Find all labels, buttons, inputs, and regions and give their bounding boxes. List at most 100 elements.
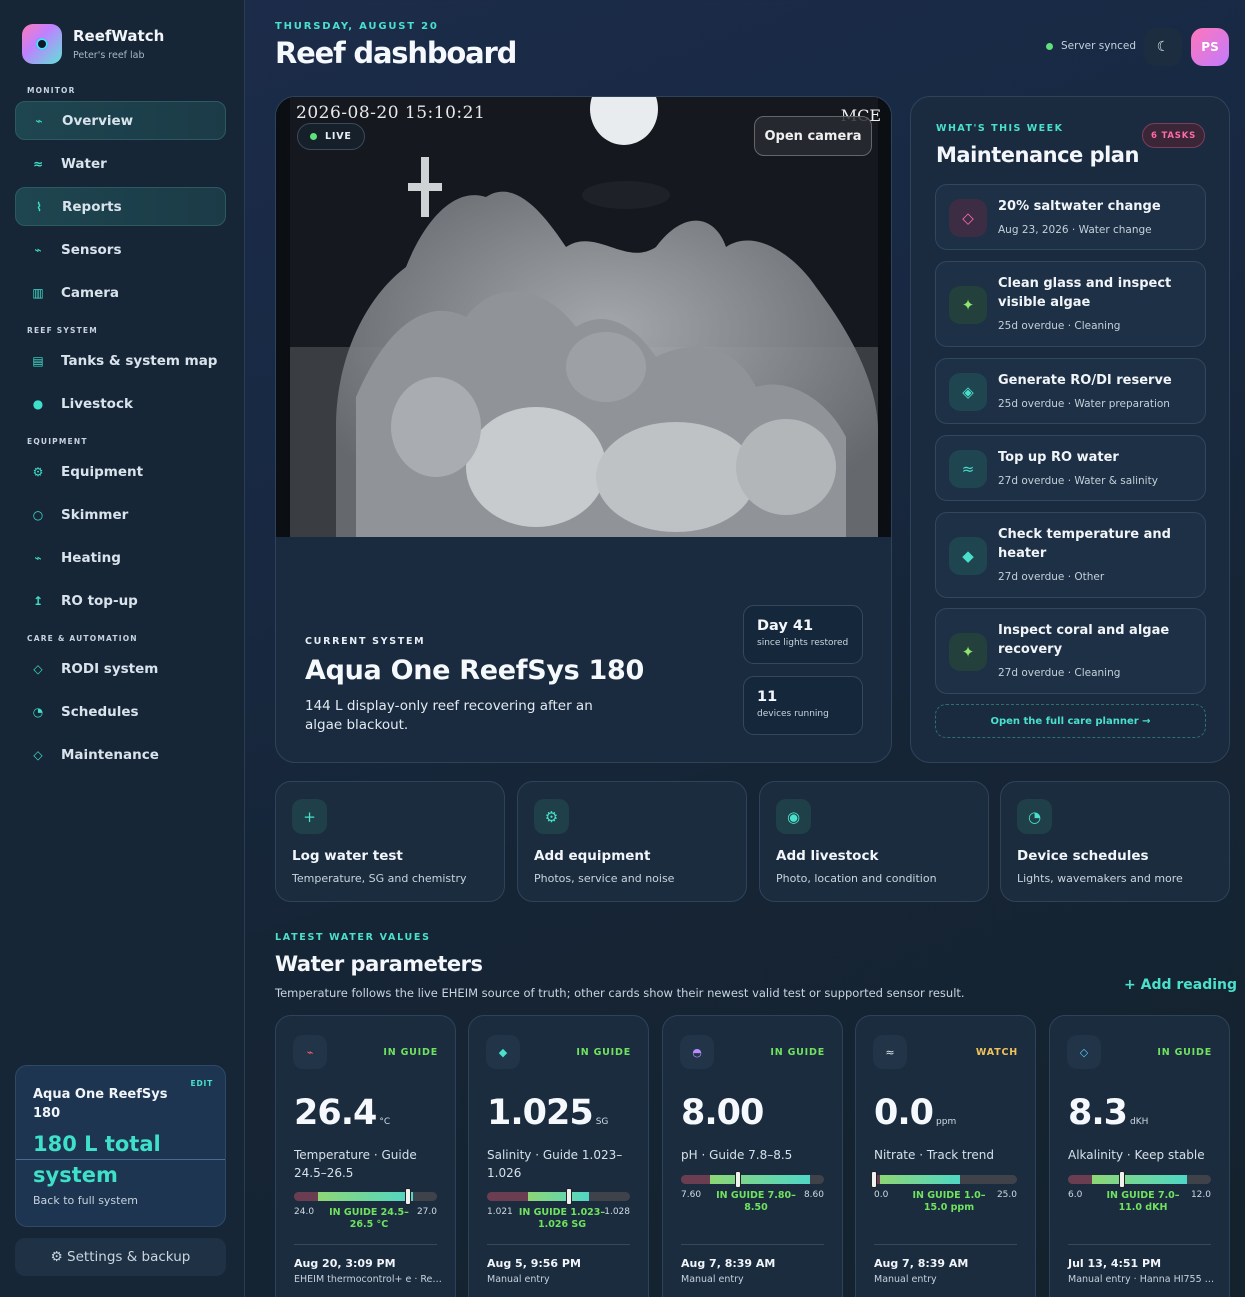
water-values-label: LATEST WATER VALUES: [275, 932, 431, 943]
sidebar-item-heating[interactable]: ⌁ Heating: [15, 538, 226, 577]
add-reading-button[interactable]: + Add reading: [1124, 977, 1237, 993]
sensor-icon: ⌁: [34, 242, 42, 257]
task-title: Generate RO/DI reserve: [998, 373, 1172, 388]
gauge-marker: [405, 1188, 412, 1205]
open-camera-button[interactable]: Open camera: [754, 116, 872, 156]
stat-value: Day 41: [757, 618, 814, 634]
gauge-guide-range: IN GUIDE 1.023–1.026 SG: [518, 1207, 606, 1230]
param-gauge: [487, 1192, 630, 1201]
maintenance-task[interactable]: ✦ Clean glass and inspect visible algae 25…: [935, 261, 1206, 347]
ph-icon: ◓: [680, 1035, 714, 1069]
diamond-icon: ◇: [33, 661, 43, 676]
thermometer-icon: ⌁: [293, 1035, 327, 1069]
gauge-low-zone: [294, 1192, 319, 1201]
open-care-planner-link[interactable]: Open the full care planner →: [935, 704, 1206, 738]
sidebar-item-sensors[interactable]: ⌁ Sensors: [15, 230, 226, 269]
chart-icon: ⌇: [36, 199, 42, 214]
gauge-marker: [871, 1171, 877, 1188]
stat-devices-running: 11 devices running: [743, 676, 863, 735]
sync-dot-icon: [1046, 42, 1053, 50]
action-add-equipment[interactable]: ⚙ Add equipment Photos, service and noise: [517, 781, 747, 902]
current-system-name: Aqua One ReefSys 180: [305, 655, 644, 686]
stat-label: devices running: [757, 709, 829, 719]
gauge-guide-zone: [318, 1192, 413, 1201]
edit-system-button[interactable]: EDIT: [191, 1079, 213, 1088]
fish-icon: ●: [32, 396, 44, 411]
param-card[interactable]: ◇ IN GUIDE 8.3 dKH Alkalinity · Keep stable 6…: [1049, 1015, 1230, 1297]
gauge-max: 27.0: [416, 1207, 437, 1217]
gauge-max: 1.028: [604, 1207, 630, 1217]
sidebar-item-tanks-system-map[interactable]: ▤ Tanks & system map: [15, 341, 226, 380]
param-divider: [681, 1244, 824, 1245]
param-date: Jul 13, 4:51 PM: [1068, 1257, 1162, 1270]
maintenance-title: Maintenance plan: [936, 143, 1139, 167]
brand[interactable]: ReefWatch Peter's reef lab: [22, 24, 164, 64]
maintenance-task[interactable]: ◆ Check temperature and heater 27d overdue…: [935, 512, 1206, 598]
sidebar-item-label: Reports: [62, 198, 122, 215]
sidebar-item-label: Tanks & system map: [61, 352, 218, 369]
back-to-full-system-link[interactable]: Back to full system: [33, 1194, 138, 1207]
sidebar-item-maintenance[interactable]: ◇ Maintenance: [15, 735, 226, 774]
sidebar-item-water[interactable]: ≈ Water: [15, 144, 226, 183]
sidebar-item-label: Maintenance: [61, 746, 159, 763]
action-add-livestock[interactable]: ◉ Add livestock Photo, location and condit…: [759, 781, 989, 902]
current-system-label: CURRENT SYSTEM: [305, 636, 426, 647]
sidebar-item-skimmer[interactable]: ○ Skimmer: [15, 495, 226, 534]
maintenance-task[interactable]: ◇ 20% saltwater change Aug 23, 2026 · Wate…: [935, 184, 1206, 250]
theme-toggle-moon-icon[interactable]: ☾: [1144, 28, 1182, 66]
settings-backup-button[interactable]: ⚙ Settings & backup: [15, 1238, 226, 1276]
diamond-outline-icon: ◇: [949, 199, 987, 237]
param-source: EHEIM thermocontrol+ e · Reef sensor: [294, 1274, 444, 1285]
user-avatar[interactable]: PS: [1191, 28, 1229, 66]
maintenance-task[interactable]: ✦ Inspect coral and algae recovery 27d ove…: [935, 608, 1206, 694]
task-subtitle: 25d overdue · Cleaning: [998, 320, 1121, 332]
sidebar-item-equipment[interactable]: ⚙ Equipment: [15, 452, 226, 491]
param-label: Temperature · Guide 24.5–26.5: [294, 1148, 417, 1180]
param-value: 26.4 °C: [294, 1093, 391, 1133]
param-card[interactable]: ◆ IN GUIDE 1.025 SG Salinity · Guide 1.023–1…: [468, 1015, 649, 1297]
param-status: IN GUIDE: [383, 1047, 438, 1058]
gauge-min: 0.0: [874, 1190, 889, 1200]
sidebar-item-label: Overview: [62, 112, 134, 129]
sidebar-item-label: Water: [61, 155, 107, 172]
current-system-description: 144 L display-only reef recovering after…: [305, 698, 593, 733]
param-card[interactable]: ≈ WATCH 0.0 ppm Nitrate · Track trend 0.0 25.0…: [855, 1015, 1036, 1297]
sidebar-item-camera[interactable]: ▥ Camera: [15, 273, 226, 312]
diamond-solid-icon: ◆: [949, 537, 987, 575]
action-title: Add equipment: [534, 848, 651, 864]
gauge-low-zone: [1068, 1175, 1093, 1184]
param-card[interactable]: ⌁ IN GUIDE 26.4 °C Temperature · Guide 24.5–…: [275, 1015, 456, 1297]
sidebar-item-reports[interactable]: ⌇ Reports: [15, 187, 226, 226]
param-date: Aug 7, 8:39 AM: [874, 1257, 969, 1270]
wave-icon: ≈: [32, 156, 44, 171]
plus-icon: +: [292, 799, 327, 834]
param-value: 1.025 SG: [487, 1093, 609, 1133]
param-unit: SG: [595, 1117, 609, 1127]
param-gauge: [294, 1192, 437, 1201]
sidebar-item-rodi-system[interactable]: ◇ RODI system: [15, 649, 226, 688]
maintenance-task[interactable]: ≈ Top up RO water 27d overdue · Water & sa…: [935, 435, 1206, 501]
live-label: LIVE: [325, 131, 352, 142]
gauge-guide-zone: [528, 1192, 589, 1201]
param-value: 0.0 ppm: [874, 1093, 957, 1133]
action-log-water-test[interactable]: + Log water test Temperature, SG and chemi…: [275, 781, 505, 902]
maintenance-task[interactable]: ◈ Generate RO/DI reserve 25d overdue · Wat…: [935, 358, 1206, 424]
section-equipment: EQUIPMENT: [27, 437, 88, 446]
salinity-icon: ◆: [486, 1035, 520, 1069]
gauge-guide-range: IN GUIDE 24.5–26.5 °C: [329, 1207, 409, 1230]
sidebar-item-overview[interactable]: ⌁ Overview: [15, 101, 226, 140]
gauge-max: 8.60: [803, 1190, 824, 1200]
sidebar-item-schedules[interactable]: ◔ Schedules: [15, 692, 226, 731]
sparkle-icon: ✦: [949, 286, 987, 324]
gauge-guide-range: IN GUIDE 7.0–11.0 dKH: [1106, 1190, 1180, 1213]
sidebar-item-livestock[interactable]: ● Livestock: [15, 384, 226, 423]
sidebar-item-ro-top-up[interactable]: ↥ RO top-up: [15, 581, 226, 620]
camera-feed[interactable]: 2026-08-20 15:10:21 MCE LIVE Open camera: [276, 97, 891, 537]
system-card[interactable]: Aqua One ReefSys 180 EDIT 180 L total sy…: [15, 1065, 226, 1227]
sidebar: ReefWatch Peter's reef lab MONITOR REEF …: [0, 0, 245, 1297]
action-device-schedules[interactable]: ◔ Device schedules Lights, wavemakers and …: [1000, 781, 1230, 902]
stat-days-since-lights: Day 41 since lights restored: [743, 605, 863, 664]
param-date: Aug 5, 9:56 PM: [487, 1257, 581, 1270]
param-card[interactable]: ◓ IN GUIDE 8.00 pH · Guide 7.8–8.5 7.60 8.60 I…: [662, 1015, 843, 1297]
param-divider: [874, 1244, 1017, 1245]
